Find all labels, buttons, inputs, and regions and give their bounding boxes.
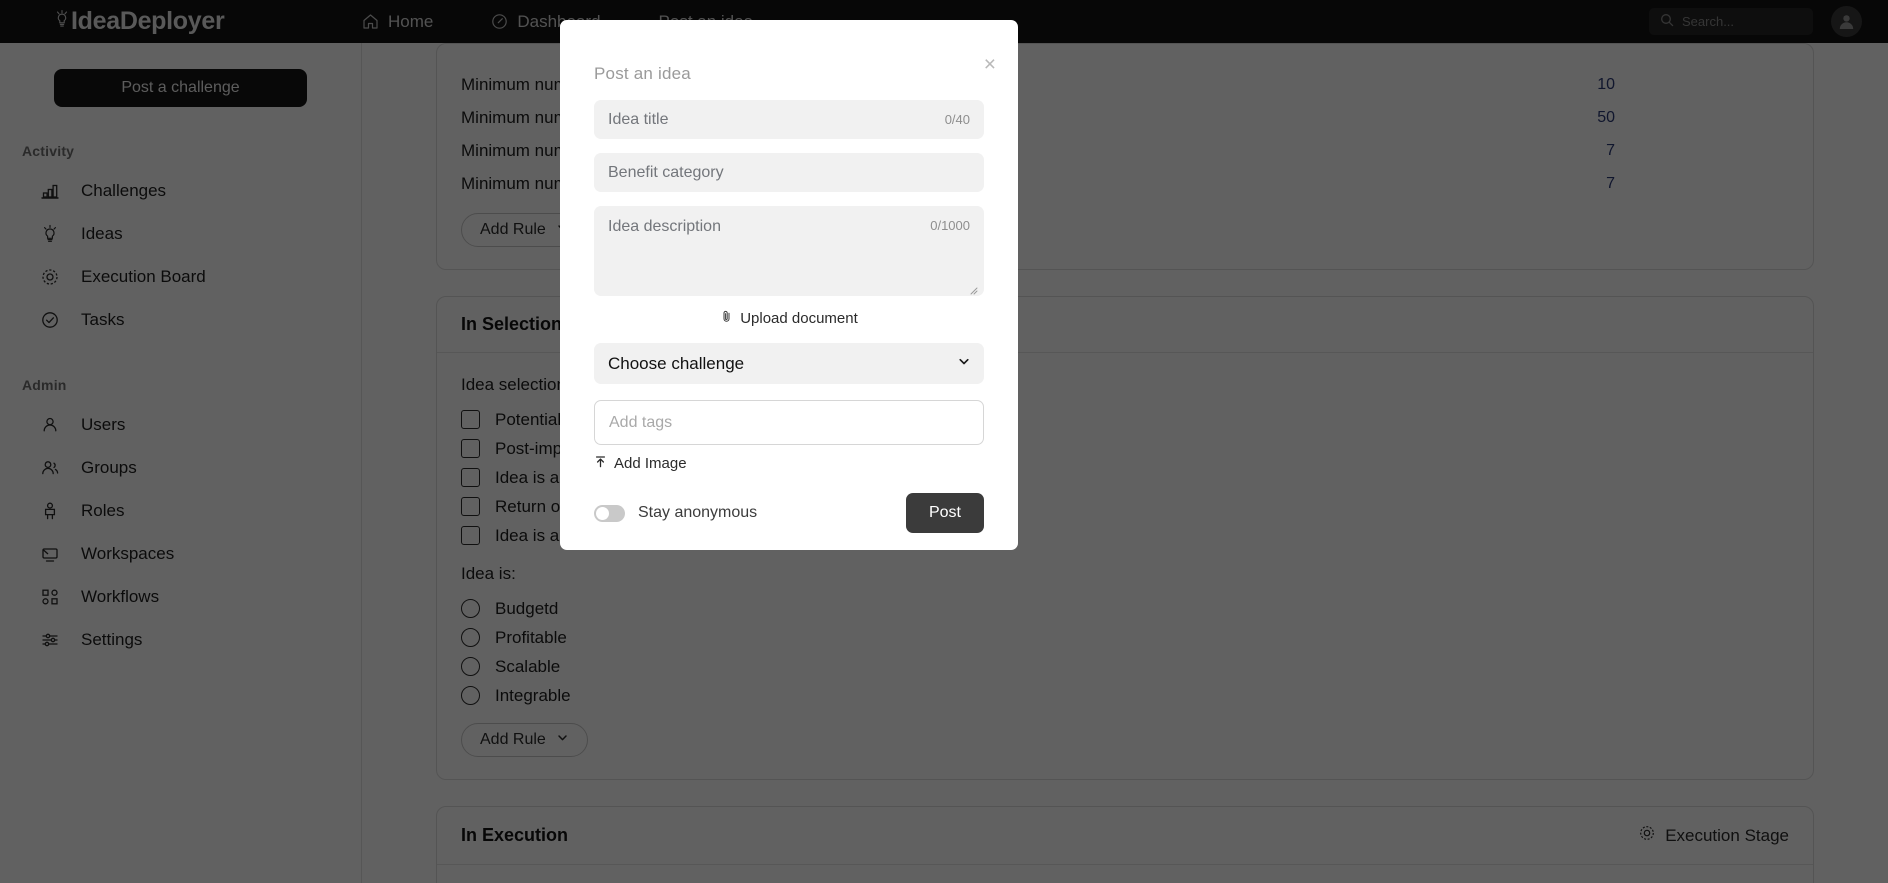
upload-document-button[interactable]: Upload document [594,310,984,327]
stay-anonymous-toggle[interactable] [594,504,625,522]
choose-challenge-value: Choose challenge [608,353,745,373]
idea-description-placeholder: Idea description [608,218,721,235]
close-icon[interactable]: × [984,54,996,75]
modal-footer: Stay anonymous Post [594,493,984,533]
idea-title-placeholder: Idea title [608,110,669,128]
upload-document-label: Upload document [740,310,858,327]
idea-title-field[interactable]: Idea title 0/40 [594,100,984,139]
idea-description-field[interactable]: Idea description 0/1000 [594,206,984,296]
add-image-button[interactable]: Add Image [594,455,984,472]
add-image-label: Add Image [614,455,687,472]
post-button[interactable]: Post [905,493,984,533]
stay-anonymous-row[interactable]: Stay anonymous [594,504,757,522]
benefit-category-placeholder: Benefit category [608,163,724,181]
chevron-down-icon [957,354,971,373]
stay-anonymous-label: Stay anonymous [638,504,758,521]
choose-challenge-select[interactable]: Choose challenge [594,343,984,384]
add-tags-input[interactable]: Add tags [594,400,984,445]
modal-title: Post an idea [594,64,691,83]
upload-image-icon [594,455,607,472]
resize-handle-icon[interactable] [968,282,978,295]
benefit-category-field[interactable]: Benefit category [594,153,984,192]
toggle-knob [596,506,609,520]
post-idea-modal: × Post an idea Idea title 0/40 Benefit c… [560,20,1018,550]
idea-title-counter: 0/40 [944,112,970,127]
idea-description-counter: 0/1000 [930,218,970,233]
paperclip-icon [720,310,733,327]
add-tags-placeholder: Add tags [609,413,673,431]
